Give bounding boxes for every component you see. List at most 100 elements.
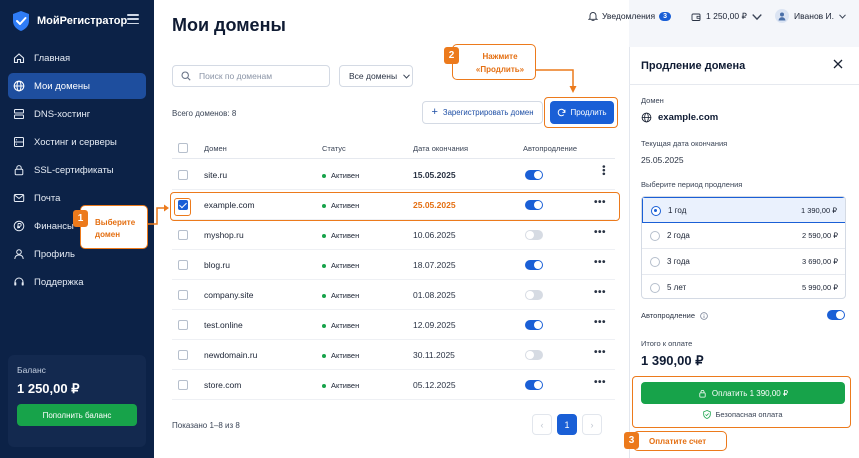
refresh-icon — [558, 108, 566, 117]
row-checkbox[interactable] — [178, 260, 188, 270]
menu-toggle-icon[interactable] — [127, 14, 139, 24]
more-options-icon[interactable]: ••• — [594, 347, 606, 358]
period-name: 5 лет — [667, 283, 687, 292]
status-badge: Активен — [322, 351, 359, 360]
sidebar-item-label: Главная — [34, 52, 71, 64]
step-number: 1 — [73, 210, 88, 227]
status-badge: Активен — [322, 321, 359, 330]
chevron-down-icon — [752, 12, 762, 22]
period-options: 1 год 1 390,00 ₽ 2 года 2 590,00 ₽ 3 год… — [641, 196, 846, 299]
table-row[interactable]: company.site Активен 01.08.2025 ••• — [172, 280, 615, 310]
total-value: 1 390,00 ₽ — [641, 353, 704, 368]
pagination-prev-button[interactable]: ‹ — [532, 414, 552, 435]
autorenew-toggle[interactable] — [827, 310, 845, 320]
domain-name[interactable]: myshop.ru — [204, 230, 244, 240]
domain-name[interactable]: example.com — [204, 200, 255, 210]
status-dot-icon — [322, 323, 326, 328]
notifications-button[interactable]: Уведомления 3 — [588, 11, 672, 21]
sidebar-item-dns[interactable]: DNS-хостинг — [8, 101, 146, 127]
sidebar-item-ssl[interactable]: SSL-сертификаты — [8, 157, 146, 183]
logo[interactable]: МойРегистратор — [11, 10, 127, 32]
callout-text: Оплатите счет — [649, 437, 707, 446]
status-text: Активен — [331, 171, 360, 180]
row-checkbox[interactable] — [178, 290, 188, 300]
domain-name[interactable]: company.site — [204, 290, 253, 300]
sidebar-item-home[interactable]: Главная — [8, 45, 146, 71]
period-option[interactable]: 3 года 3 690,00 ₽ — [642, 249, 845, 275]
filter-value: Все домены — [349, 71, 398, 81]
table-row[interactable]: newdomain.ru Активен 30.11.2025 ••• — [172, 340, 615, 370]
sidebar-item-hosting[interactable]: Хостинг и серверы — [8, 129, 146, 155]
autorenew-toggle[interactable] — [525, 320, 543, 330]
period-option[interactable]: 1 год 1 390,00 ₽ — [642, 197, 845, 223]
avatar — [775, 9, 789, 23]
table-row[interactable]: blog.ru Активен 18.07.2025 ••• — [172, 250, 615, 280]
period-option[interactable]: 2 года 2 590,00 ₽ — [642, 223, 845, 249]
table-row[interactable]: site.ru Активен 15.05.2025 ••• — [172, 160, 615, 190]
search-box[interactable] — [172, 65, 330, 87]
lock-icon — [699, 389, 706, 398]
autorenew-toggle[interactable] — [525, 290, 543, 300]
more-options-icon[interactable]: ••• — [594, 377, 606, 388]
radio-button[interactable] — [650, 257, 660, 267]
panel-title: Продление домена — [641, 60, 746, 72]
renew-button[interactable]: Продлить — [550, 101, 614, 124]
close-icon[interactable] — [832, 58, 844, 70]
autorenew-toggle[interactable] — [525, 170, 543, 180]
secure-label: Безопасная оплата — [715, 410, 783, 419]
row-checkbox[interactable] — [178, 230, 188, 240]
expiry-date: 12.09.2025 — [413, 320, 456, 330]
more-options-icon[interactable]: ••• — [599, 165, 609, 176]
radio-button[interactable] — [651, 206, 661, 216]
panel-date: 25.05.2025 — [641, 155, 684, 165]
autorenew-toggle[interactable] — [525, 200, 543, 210]
pagination-page-1[interactable]: 1 — [557, 414, 577, 435]
pay-button[interactable]: Оплатить 1 390,00 ₽ — [641, 382, 845, 404]
domain-name[interactable]: newdomain.ru — [204, 350, 257, 360]
domain-name[interactable]: test.online — [204, 320, 243, 330]
table-row[interactable]: store.com Активен 05.12.2025 ••• — [172, 370, 615, 400]
wallet-dropdown[interactable]: 1 250,00 ₽ — [691, 11, 762, 22]
more-options-icon[interactable]: ••• — [594, 287, 606, 298]
panel-autorenew: Автопродление — [641, 311, 708, 320]
domain-name[interactable]: blog.ru — [204, 260, 230, 270]
domain-name[interactable]: store.com — [204, 380, 241, 390]
topup-balance-button[interactable]: Пополнить баланс — [17, 404, 137, 426]
table-row[interactable]: myshop.ru Активен 10.06.2025 ••• — [172, 220, 615, 250]
period-option[interactable]: 5 лет 5 990,00 ₽ — [642, 275, 845, 298]
domain-name[interactable]: site.ru — [204, 170, 227, 180]
sidebar-item-label: Поддержка — [34, 276, 84, 288]
step-number: 2 — [444, 47, 459, 64]
autorenew-toggle[interactable] — [525, 230, 543, 240]
register-domain-button[interactable]: + Зарегистрировать домен — [422, 101, 543, 124]
more-options-icon[interactable]: ••• — [594, 257, 606, 268]
status-badge: Активен — [322, 201, 359, 210]
autorenew-toggle[interactable] — [525, 380, 543, 390]
domain-filter-select[interactable]: Все домены — [339, 65, 413, 87]
table-row[interactable]: test.online Активен 12.09.2025 ••• — [172, 310, 615, 340]
sidebar-item-label: Хостинг и серверы — [34, 136, 117, 148]
autorenew-toggle[interactable] — [525, 350, 543, 360]
pagination-next-button[interactable]: › — [582, 414, 602, 435]
sidebar-nav: Главная Мои домены DNS-хостинг Хостинг и… — [8, 45, 146, 297]
autorenew-toggle[interactable] — [525, 260, 543, 270]
select-all-checkbox[interactable] — [178, 143, 188, 153]
user-menu[interactable]: Иванов И. — [775, 9, 846, 23]
arrow-icon — [148, 204, 169, 225]
more-options-icon[interactable]: ••• — [594, 227, 606, 238]
row-checkbox[interactable] — [178, 320, 188, 330]
info-icon[interactable] — [700, 311, 708, 320]
row-checkbox[interactable] — [178, 380, 188, 390]
radio-button[interactable] — [650, 283, 660, 293]
search-input[interactable] — [199, 71, 319, 81]
row-checkbox[interactable] — [178, 350, 188, 360]
sidebar-item-domains[interactable]: Мои домены — [8, 73, 146, 99]
sidebar-item-support[interactable]: Поддержка — [8, 269, 146, 295]
radio-button[interactable] — [650, 231, 660, 241]
total-label: Итого к оплате — [641, 339, 693, 348]
more-options-icon[interactable]: ••• — [594, 317, 606, 328]
more-options-icon[interactable]: ••• — [594, 197, 606, 208]
row-checkbox[interactable] — [178, 170, 188, 180]
table-row[interactable]: example.com Активен 25.05.2025 ••• — [172, 190, 615, 220]
column-header: Дата окончания — [413, 144, 469, 153]
